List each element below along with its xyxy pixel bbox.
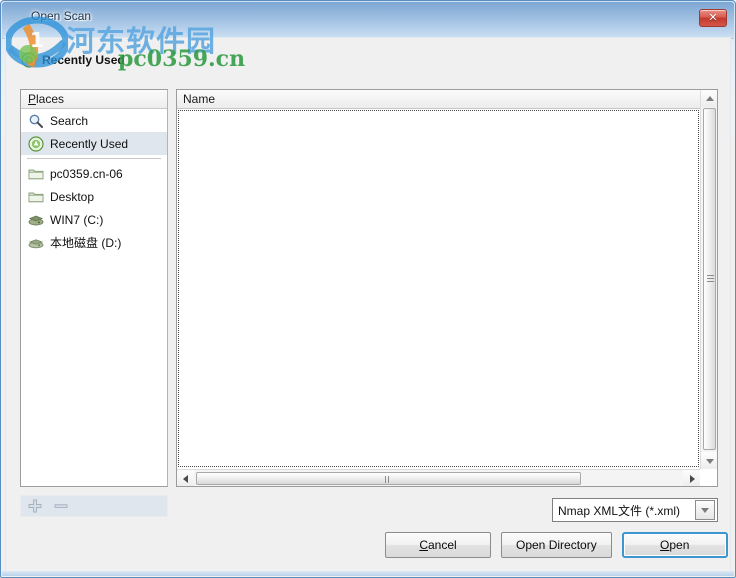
vertical-scrollbar[interactable]	[700, 90, 717, 469]
recently-used-icon	[28, 135, 44, 152]
recently-used-icon	[21, 52, 37, 68]
places-toolbar	[20, 495, 168, 517]
window-bottom-edge	[2, 571, 734, 576]
folder-icon	[28, 189, 44, 205]
column-header-label: Name	[183, 92, 216, 106]
scrollbar-grip-icon	[384, 476, 393, 483]
dialog-button-bar: Cancel Open Directory Open	[385, 532, 728, 558]
plus-icon[interactable]	[27, 498, 43, 514]
hard-drive-icon	[28, 212, 44, 228]
open-button-label: Open	[660, 538, 690, 552]
close-icon: ✕	[708, 12, 718, 24]
sidebar-item-local-disk-d[interactable]: 本地磁盘 (D:)	[21, 231, 167, 254]
hard-drive-icon	[28, 235, 44, 251]
breadcrumb[interactable]: Recently Used	[21, 49, 125, 71]
file-type-filter-value: Nmap XML文件 (*.xml)	[558, 503, 681, 518]
title-bar[interactable]: Open Scan ✕	[2, 2, 734, 39]
sidebar-item-label: 本地磁盘 (D:)	[50, 236, 122, 250]
cancel-button-label: Cancel	[419, 538, 457, 552]
file-list[interactable]: Name	[176, 89, 718, 487]
horizontal-scrollbar-thumb[interactable]	[196, 472, 581, 485]
window-title: Open Scan	[31, 9, 92, 23]
minus-icon[interactable]	[53, 498, 69, 514]
sidebar-item-win7-c[interactable]: WIN7 (C:)	[21, 208, 167, 231]
file-list-body[interactable]	[178, 110, 699, 467]
chevron-down-icon[interactable]	[695, 500, 715, 520]
close-button[interactable]: ✕	[699, 9, 727, 27]
breadcrumb-current: Recently Used	[42, 53, 125, 67]
sidebar-item-label: pc0359.cn-06	[50, 166, 123, 181]
places-header: Places	[21, 90, 167, 109]
sidebar-item-label: Desktop	[50, 189, 95, 204]
scrollbar-grip-icon	[707, 275, 714, 283]
sidebar-item-label: WIN7 (C:)	[50, 212, 104, 227]
places-header-label: Places	[28, 92, 65, 106]
sidebar-item-label: Search	[50, 113, 89, 128]
places-panel: Places Search Recently Used pc0359.cn-06…	[20, 89, 168, 487]
arrow-right-icon[interactable]	[683, 470, 700, 486]
sidebar-separator	[27, 158, 161, 159]
folder-icon	[28, 166, 44, 182]
vertical-scrollbar-thumb[interactable]	[703, 108, 716, 450]
cancel-button[interactable]: Cancel	[385, 532, 491, 558]
arrow-up-icon[interactable]	[701, 90, 717, 107]
sidebar-item-desktop[interactable]: Desktop	[21, 185, 167, 208]
open-directory-button-label: Open Directory	[516, 538, 597, 552]
sidebar-item-search[interactable]: Search	[21, 109, 167, 132]
search-icon	[28, 113, 44, 129]
arrow-left-icon[interactable]	[177, 470, 194, 486]
open-directory-button[interactable]: Open Directory	[501, 532, 612, 558]
file-type-filter[interactable]: Nmap XML文件 (*.xml)	[552, 498, 718, 522]
open-button[interactable]: Open	[621, 532, 728, 558]
sidebar-item-recently-used[interactable]: Recently Used	[21, 132, 167, 155]
horizontal-scrollbar[interactable]	[177, 469, 700, 486]
column-header-name[interactable]: Name	[177, 90, 701, 109]
sidebar-item-label: Recently Used	[50, 136, 129, 151]
sidebar-item-pc0359[interactable]: pc0359.cn-06	[21, 162, 167, 185]
open-scan-dialog: Open Scan ✕ Recently Used Places Search …	[0, 0, 736, 578]
arrow-down-icon[interactable]	[701, 452, 717, 469]
